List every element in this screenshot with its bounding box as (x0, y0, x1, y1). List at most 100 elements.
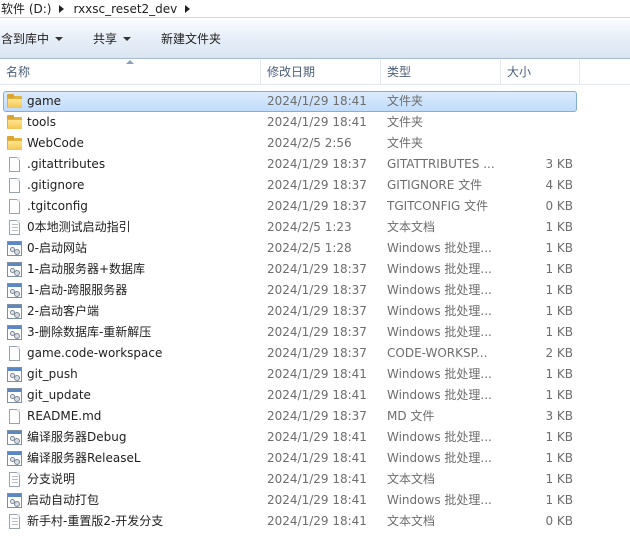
breadcrumb-arrow-icon[interactable] (185, 4, 191, 13)
batch-icon (7, 388, 23, 403)
file-name: 2-启动客户端 (27, 304, 99, 318)
file-date: 2024/1/29 18:41 (267, 472, 367, 486)
file-type: MD 文件 (387, 409, 435, 423)
batch-icon (7, 262, 23, 277)
file-row[interactable]: 编译服务器Debug 2024/1/29 18:41 Windows 批处理... 1… (0, 427, 630, 448)
file-row[interactable]: 新手村-重置版2-开发分支 2024/1/29 18:41 文本文档 0 KB (0, 511, 630, 532)
file-name: .gitignore (27, 178, 85, 192)
file-size: 1 KB (545, 472, 573, 486)
file-date: 2024/1/29 18:37 (267, 178, 367, 192)
file-row[interactable]: game.code-workspace 2024/1/29 18:37 CODE-W… (0, 343, 630, 364)
text-icon (7, 220, 23, 235)
column-type-label: 类型 (387, 65, 412, 79)
file-date: 2024/1/29 18:37 (267, 346, 367, 360)
file-row[interactable]: git_update 2024/1/29 18:41 Windows 批处理... 1… (0, 385, 630, 406)
file-size: 1 KB (545, 283, 573, 297)
file-size (505, 91, 573, 112)
file-row[interactable]: git_push 2024/1/29 18:41 Windows 批处理... 1 K… (0, 364, 630, 385)
file-size: 0 KB (545, 514, 573, 528)
chevron-down-icon (123, 36, 132, 41)
file-row[interactable]: 编译服务器ReleaseL 2024/1/29 18:41 Windows 批处理.… (0, 448, 630, 469)
share-button[interactable]: 共享 (85, 27, 139, 51)
file-row[interactable]: .tgitconfig 2024/1/29 18:37 TGITCONFIG 文件 0… (0, 196, 630, 217)
column-header-name[interactable]: 名称 (0, 60, 261, 85)
batch-icon (7, 367, 23, 382)
file-size: 1 KB (545, 388, 573, 402)
batch-icon (7, 325, 23, 340)
breadcrumb-drive-label: 软件 (D:) (1, 2, 52, 16)
file-date: 2024/1/29 18:41 (267, 115, 367, 129)
file-type: CODE-WORKSP... (387, 346, 488, 360)
file-row[interactable]: 2-启动客户端 2024/1/29 18:37 Windows 批处理... 1 KB (0, 301, 630, 322)
file-row[interactable]: 1-启动-跨服服务器 2024/1/29 18:37 Windows 批处理... 1… (0, 280, 630, 301)
file-name: git_update (27, 388, 91, 402)
file-row[interactable]: .gitignore 2024/1/29 18:37 GITIGNORE 文件 4 K… (0, 175, 630, 196)
file-list: game 2024/1/29 18:41 文件夹 tools 2024/1/29 18:… (0, 91, 630, 532)
new-folder-label: 新建文件夹 (161, 32, 222, 46)
file-date: 2024/1/29 18:41 (267, 94, 367, 108)
file-date: 2024/1/29 18:37 (267, 262, 367, 276)
file-size: 1 KB (545, 430, 573, 444)
column-header-type[interactable]: 类型 (381, 60, 501, 85)
file-size: 1 KB (545, 241, 573, 255)
document-icon (7, 409, 23, 424)
file-row[interactable]: tools 2024/1/29 18:41 文件夹 (0, 112, 630, 133)
file-date: 2024/1/29 18:37 (267, 199, 367, 213)
file-type: Windows 批处理... (387, 262, 492, 276)
file-name: 编译服务器ReleaseL (27, 451, 141, 465)
file-row[interactable]: 3-删除数据库-重新解压 2024/1/29 18:37 Windows 批处理..… (0, 322, 630, 343)
file-name: 新手村-重置版2-开发分支 (27, 514, 164, 528)
column-header-date[interactable]: 修改日期 (261, 60, 381, 85)
file-row[interactable]: game 2024/1/29 18:41 文件夹 (0, 91, 630, 112)
new-folder-button[interactable]: 新建文件夹 (153, 27, 229, 51)
file-name: WebCode (27, 136, 84, 150)
text-icon (7, 472, 23, 487)
file-date: 2024/1/29 18:37 (267, 325, 367, 339)
file-name: 1-启动服务器+数据库 (27, 262, 146, 276)
file-name: 编译服务器Debug (27, 430, 127, 444)
breadcrumb-arrow-icon[interactable] (59, 4, 65, 13)
file-name: 1-启动-跨服服务器 (27, 283, 128, 297)
file-type: Windows 批处理... (387, 493, 492, 507)
file-row[interactable]: 启动自动打包 2024/1/29 18:41 Windows 批处理... 1 KB (0, 490, 630, 511)
file-size: 1 KB (545, 262, 573, 276)
file-row[interactable]: README.md 2024/1/29 18:37 MD 文件 3 KB (0, 406, 630, 427)
file-row[interactable]: 0本地测试启动指引 2024/2/5 1:23 文本文档 1 KB (0, 217, 630, 238)
text-icon (7, 514, 23, 529)
file-date: 2024/1/29 18:37 (267, 304, 367, 318)
file-date: 2024/2/5 2:56 (267, 136, 352, 150)
file-date: 2024/1/29 18:41 (267, 451, 367, 465)
file-type: Windows 批处理... (387, 304, 492, 318)
file-row[interactable]: 0-启动网站 2024/2/5 1:28 Windows 批处理... 1 KB (0, 238, 630, 259)
batch-icon (7, 283, 23, 298)
document-icon (7, 346, 23, 361)
breadcrumb-folder[interactable]: rxxsc_reset2_dev (72, 0, 179, 18)
file-type: 文本文档 (387, 220, 436, 234)
file-size: 3 KB (545, 409, 573, 423)
file-size: 2 KB (545, 346, 573, 360)
file-name: 启动自动打包 (27, 493, 100, 507)
address-bar[interactable]: 软件 (D:) rxxsc_reset2_dev (0, 0, 630, 18)
folder-icon (7, 115, 23, 130)
file-type: Windows 批处理... (387, 283, 492, 297)
command-bar: 含到库中 共享 新建文件夹 (0, 19, 630, 59)
document-icon (7, 178, 23, 193)
file-row[interactable]: 1-启动服务器+数据库 2024/1/29 18:37 Windows 批处理...… (0, 259, 630, 280)
file-row[interactable]: .gitattributes 2024/1/29 18:37 GITATTRIBUT… (0, 154, 630, 175)
file-type: 文件夹 (387, 115, 424, 129)
include-in-library-button[interactable]: 含到库中 (0, 27, 71, 51)
file-type: 文件夹 (387, 94, 424, 108)
file-type: 文本文档 (387, 514, 436, 528)
file-size: 1 KB (545, 451, 573, 465)
column-header-row: 名称 修改日期 类型 大小 (0, 60, 630, 85)
file-name: game (27, 94, 62, 108)
share-label: 共享 (93, 32, 118, 46)
file-size: 1 KB (545, 304, 573, 318)
file-row[interactable]: WebCode 2024/2/5 2:56 文件夹 (0, 133, 630, 154)
file-row[interactable]: 分支说明 2024/1/29 18:41 文本文档 1 KB (0, 469, 630, 490)
file-name: .tgitconfig (27, 199, 88, 213)
document-icon (7, 157, 23, 172)
breadcrumb-drive[interactable]: 软件 (D:) (0, 0, 53, 18)
batch-icon (7, 451, 23, 466)
column-header-size[interactable]: 大小 (501, 60, 580, 85)
